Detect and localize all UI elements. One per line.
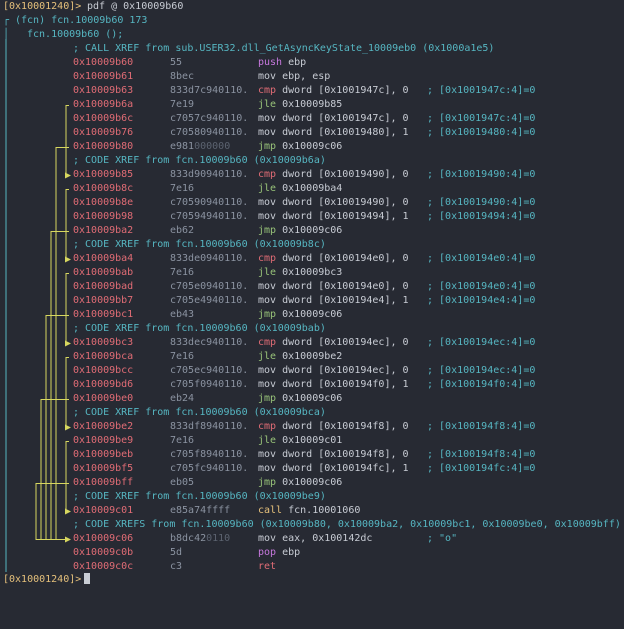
jle-arrowhead [65,340,71,347]
jle-arrow [65,189,69,260]
jmp-arrow [40,399,69,540]
jle-arrowhead [65,256,71,263]
jump-arrows [5,39,71,572]
terminal-window[interactable]: [0x10001240]> pdf @ 0x10009b60 ┌ (fcn) f… [0,0,624,585]
jle-arrow [65,105,69,176]
jle-arrowhead [65,172,71,179]
jle-arrow [65,357,69,428]
jmp-arrowhead [65,536,71,543]
jle-arrow [65,441,69,512]
jle-arrowhead [65,424,71,431]
jle-arrow [65,273,69,344]
jle-arrowhead [65,508,71,515]
